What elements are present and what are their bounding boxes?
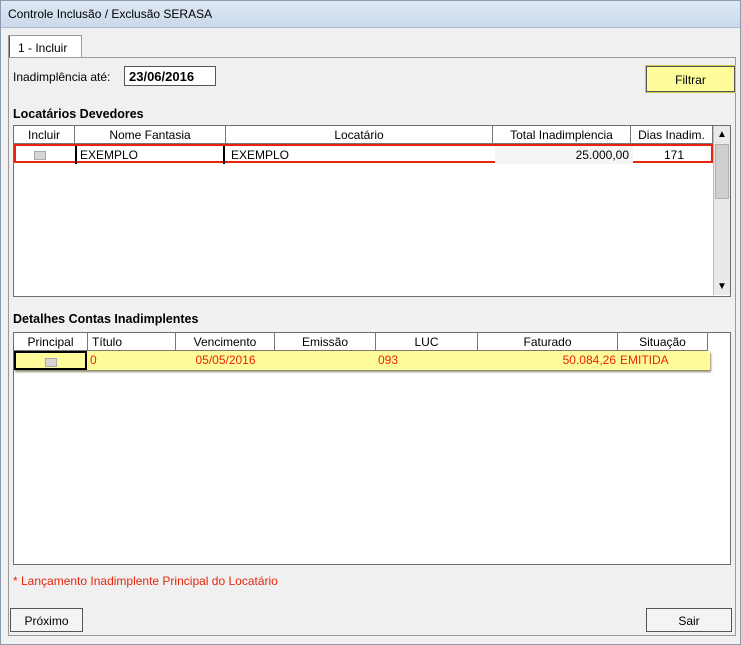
date-field[interactable]: 23/06/2016 bbox=[124, 66, 216, 86]
principal-note: * Lançamento Inadimplente Principal do L… bbox=[13, 574, 278, 588]
incluir-checkbox[interactable] bbox=[34, 146, 64, 164]
col-total-inadimplencia[interactable]: Total Inadimplencia bbox=[493, 126, 631, 144]
col-faturado[interactable]: Faturado bbox=[478, 333, 618, 351]
filtrar-label: Filtrar bbox=[675, 73, 706, 87]
scroll-thumb[interactable] bbox=[715, 144, 729, 199]
col-titulo[interactable]: Título bbox=[88, 333, 176, 351]
inadimplencia-label: Inadimplência até: bbox=[13, 70, 111, 84]
cell-emissao bbox=[275, 351, 376, 369]
filtrar-button[interactable]: Filtrar bbox=[646, 66, 735, 92]
tab-incluir[interactable]: 1 - Incluir bbox=[8, 35, 82, 58]
cell-vencimento: 05/05/2016 bbox=[195, 353, 256, 367]
devedores-grid[interactable]: Incluir Nome Fantasia Locatário Total In… bbox=[13, 125, 731, 297]
sair-button[interactable]: Sair bbox=[646, 608, 732, 632]
proximo-label: Próximo bbox=[24, 614, 69, 628]
principal-checkbox[interactable] bbox=[14, 351, 87, 370]
title-bar: Controle Inclusão / Exclusão SERASA bbox=[1, 1, 740, 28]
cell-locatario: EXEMPLO bbox=[231, 148, 290, 162]
cell-faturado: 50.084,26 bbox=[562, 353, 616, 367]
table-row[interactable]: EXEMPLO EXEMPLO 25.000,00 171 bbox=[14, 144, 713, 164]
scroll-up-icon[interactable]: ▲ bbox=[714, 126, 730, 143]
devedores-title: Locatários Devedores bbox=[13, 107, 144, 121]
col-principal[interactable]: Principal bbox=[14, 333, 88, 351]
col-locatario[interactable]: Locatário bbox=[226, 126, 493, 144]
cell-dias: 171 bbox=[663, 148, 685, 162]
scroll-down-icon[interactable]: ▼ bbox=[714, 278, 730, 295]
table-row[interactable]: 0 05/05/2016 093 50.084,26 EMITIDA bbox=[14, 351, 710, 370]
col-nome-fantasia[interactable]: Nome Fantasia bbox=[75, 126, 226, 144]
proximo-button[interactable]: Próximo bbox=[10, 608, 83, 632]
cell-nome-fantasia: EXEMPLO bbox=[75, 146, 225, 164]
col-incluir[interactable]: Incluir bbox=[14, 126, 75, 144]
col-luc[interactable]: LUC bbox=[376, 333, 478, 351]
cell-total: 25.000,00 bbox=[495, 146, 633, 164]
col-situacao[interactable]: Situação bbox=[618, 333, 708, 351]
detalhes-title: Detalhes Contas Inadimplentes bbox=[13, 312, 199, 326]
window-title: Controle Inclusão / Exclusão SERASA bbox=[8, 7, 213, 21]
col-emissao[interactable]: Emissão bbox=[275, 333, 376, 351]
tab-label: 1 - Incluir bbox=[18, 41, 68, 55]
cell-titulo: 0 bbox=[90, 353, 97, 367]
sair-label: Sair bbox=[678, 614, 700, 628]
detalhes-grid[interactable]: Principal Título Vencimento Emissão LUC … bbox=[13, 332, 731, 565]
col-dias-inadim[interactable]: Dias Inadim. bbox=[631, 126, 713, 144]
col-vencimento[interactable]: Vencimento bbox=[176, 333, 275, 351]
main-window: Controle Inclusão / Exclusão SERASA 1 - … bbox=[0, 0, 741, 645]
cell-luc: 093 bbox=[378, 353, 399, 367]
devedores-scrollbar[interactable]: ▲ ▼ bbox=[713, 126, 730, 295]
cell-situacao: EMITIDA bbox=[620, 353, 669, 367]
